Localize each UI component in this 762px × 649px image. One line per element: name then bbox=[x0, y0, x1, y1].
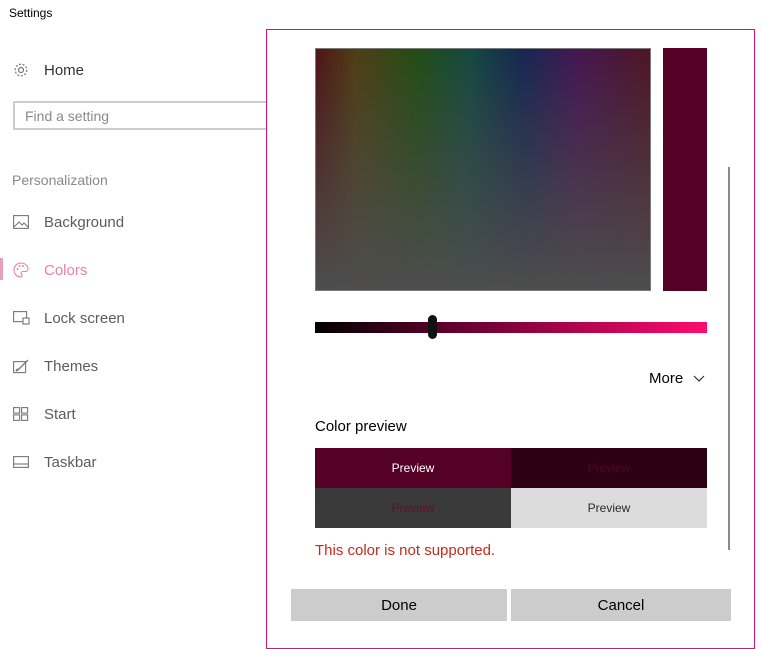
lock-screen-icon bbox=[12, 309, 30, 327]
window-title: Settings bbox=[9, 6, 53, 20]
sidebar-item-background[interactable]: Background bbox=[12, 210, 124, 234]
custom-color-dialog: More Color preview Preview Preview Previ… bbox=[266, 29, 755, 649]
more-expander[interactable]: More bbox=[649, 370, 705, 387]
vertical-scrollbar[interactable] bbox=[728, 167, 730, 550]
sidebar-item-lock-screen[interactable]: Lock screen bbox=[12, 306, 125, 330]
color-preview-heading: Color preview bbox=[315, 418, 407, 435]
start-tiles-icon bbox=[12, 405, 30, 423]
search-box[interactable] bbox=[13, 101, 293, 130]
preview-cell-light-mode: Preview bbox=[511, 488, 707, 528]
brightness-slider-thumb[interactable] bbox=[428, 315, 438, 339]
done-button[interactable]: Done bbox=[291, 589, 507, 621]
brightness-slider[interactable] bbox=[315, 322, 707, 333]
sidebar-item-label: Colors bbox=[44, 261, 88, 279]
chevron-down-icon bbox=[693, 375, 705, 382]
cancel-button[interactable]: Cancel bbox=[511, 589, 731, 621]
palette-icon bbox=[12, 261, 30, 279]
selection-indicator bbox=[0, 258, 3, 280]
sidebar-item-home[interactable]: Home bbox=[12, 58, 84, 82]
sidebar-item-label: Background bbox=[44, 213, 125, 231]
color-spectrum-picker[interactable] bbox=[315, 48, 651, 291]
sidebar-item-colors[interactable]: Colors bbox=[12, 258, 87, 282]
taskbar-icon bbox=[12, 453, 30, 471]
preview-cell-accent-dark-text: Preview bbox=[315, 448, 511, 488]
gear-icon bbox=[12, 61, 30, 79]
section-label: Personalization bbox=[12, 172, 108, 188]
picture-icon bbox=[12, 213, 30, 231]
preview-cell-dark-accent: Preview bbox=[511, 448, 707, 488]
sidebar-item-label: Taskbar bbox=[44, 453, 97, 471]
sidebar-item-label: Themes bbox=[44, 357, 99, 375]
sidebar-item-label: Home bbox=[44, 61, 85, 79]
sidebar-item-start[interactable]: Start bbox=[12, 402, 76, 426]
sidebar-item-label: Lock screen bbox=[44, 309, 125, 327]
sidebar-item-label: Start bbox=[44, 405, 76, 423]
unsupported-color-warning: This color is not supported. bbox=[315, 542, 496, 559]
selected-color-swatch bbox=[663, 48, 707, 291]
preview-cell-dark-mode: Preview bbox=[315, 488, 511, 528]
color-preview-grid: Preview Preview Preview Preview bbox=[315, 448, 707, 528]
sidebar-item-taskbar[interactable]: Taskbar bbox=[12, 450, 97, 474]
sidebar-item-themes[interactable]: Themes bbox=[12, 354, 98, 378]
more-label: More bbox=[649, 370, 684, 387]
search-input[interactable] bbox=[15, 103, 291, 128]
themes-icon bbox=[12, 357, 30, 375]
